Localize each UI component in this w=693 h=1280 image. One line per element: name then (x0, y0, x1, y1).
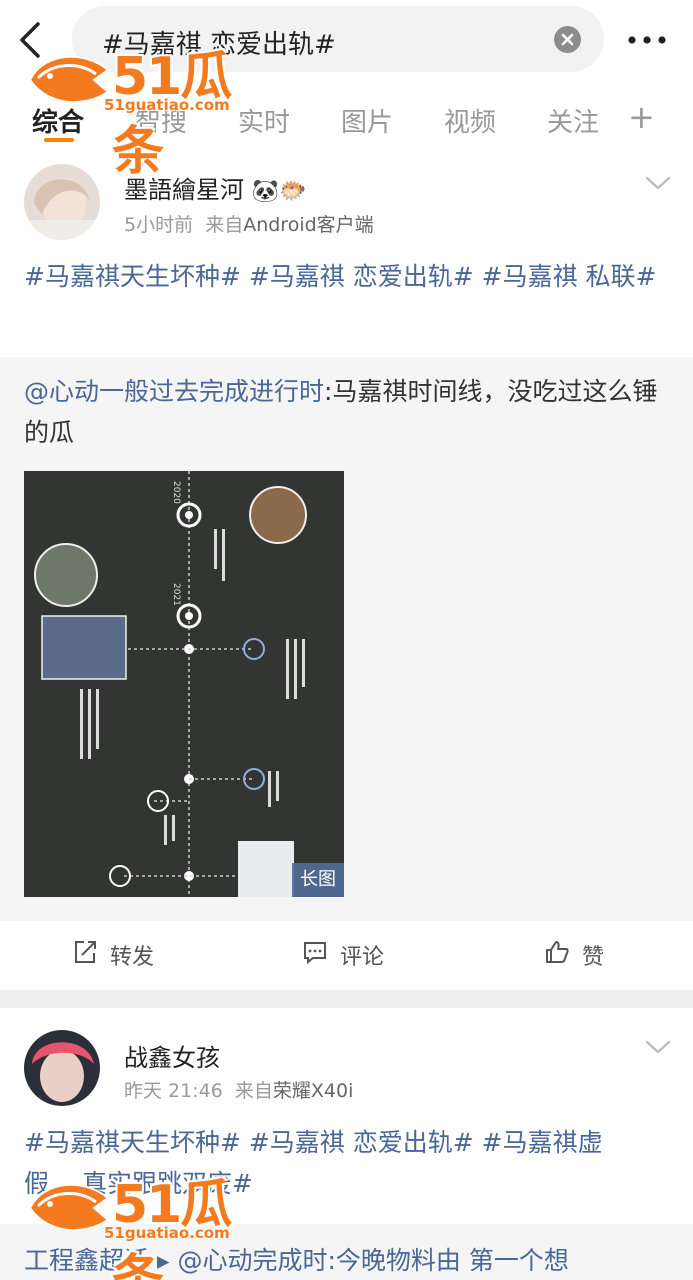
close-icon (561, 33, 574, 46)
post-text: #马嘉祺天生坏种# #马嘉祺 恋爱出轨# #马嘉祺虚 假… 真实跟跳双废# (24, 1122, 664, 1204)
back-arrow-icon[interactable] (14, 18, 48, 62)
like-button[interactable]: 赞 (582, 939, 604, 971)
avatar-image (24, 164, 100, 240)
avatar-image (24, 1030, 100, 1106)
search-tabs: 综合 智搜 实时 图片 视频 关注 + (0, 90, 693, 150)
timeline-year-label: 2020 (171, 481, 181, 504)
tab-following[interactable]: 关注 (547, 102, 599, 139)
timeline-image: 2020 2021 (34, 471, 307, 897)
username[interactable]: 墨語繪星河 🐼🐡 (124, 170, 306, 205)
tab-all[interactable]: 综合 (32, 102, 84, 139)
tab-videos[interactable]: 视频 (444, 102, 496, 139)
clear-search-button[interactable] (554, 26, 581, 53)
repost-block[interactable]: @心动一般过去完成进行时:马嘉祺时间线，没吃过这么锤的瓜 2020 2021 长… (0, 357, 693, 921)
post-separator (0, 990, 693, 1008)
top-bar: #马嘉祺 恋爱出轨# (0, 0, 693, 80)
avatar[interactable] (24, 1030, 100, 1106)
user-badges: 🐼🐡 (251, 179, 307, 204)
search-query-text: #马嘉祺 恋爱出轨# (102, 30, 336, 60)
hashtag-link[interactable]: #马嘉祺 恋爱出轨# (249, 262, 474, 291)
avatar[interactable] (24, 164, 100, 240)
chevron-down-icon[interactable] (644, 174, 672, 192)
hashtag-line[interactable]: #马嘉祺天生坏种# #马嘉祺 恋爱出轨# #马嘉祺虚 (24, 1122, 664, 1163)
chevron-down-icon[interactable] (644, 1038, 672, 1056)
post-card: 战鑫女孩 昨天 21:46 来自荣耀X40i #马嘉祺天生坏种# #马嘉祺 恋爱… (0, 1008, 693, 1280)
like-thumb-icon (546, 941, 569, 963)
post-meta: 5小时前 来自Android客户端 (124, 214, 374, 236)
post-action-bar: 转发 评论 赞 (0, 921, 693, 985)
tab-smart-search[interactable]: 智搜 (135, 102, 187, 139)
more-options-icon[interactable] (624, 18, 670, 62)
post-card: 墨語繪星河 🐼🐡 5小时前 来自Android客户端 #马嘉祺天生坏种# #马嘉… (0, 150, 693, 990)
active-tab-indicator (44, 138, 74, 142)
tab-realtime[interactable]: 实时 (238, 102, 290, 139)
post-text: #马嘉祺天生坏种# #马嘉祺 恋爱出轨# #马嘉祺 私联# (24, 256, 664, 297)
comment-button[interactable]: 评论 (340, 939, 384, 971)
add-tab-icon[interactable]: + (628, 98, 655, 136)
search-input[interactable]: #马嘉祺 恋爱出轨# (72, 6, 604, 72)
mention-link[interactable]: @心动一般过去完成进行时 (24, 377, 324, 406)
hashtag-line[interactable]: 假… 真实跟跳双废# (24, 1163, 664, 1204)
timeline-year-label: 2021 (171, 583, 181, 606)
long-image-badge: 长图 (292, 863, 344, 897)
username[interactable]: 战鑫女孩 (124, 1038, 220, 1073)
tab-images[interactable]: 图片 (341, 102, 393, 139)
repost-text: @心动一般过去完成进行时:马嘉祺时间线，没吃过这么锤的瓜 (24, 377, 658, 447)
forward-icon (75, 941, 96, 963)
hashtag-link[interactable]: #马嘉祺 私联# (482, 262, 657, 291)
post-meta: 昨天 21:46 来自荣耀X40i (124, 1080, 354, 1102)
forward-button[interactable]: 转发 (110, 939, 154, 971)
repost-block[interactable]: 工程鑫超话 ▸ @心动完成时:今晚物料由 第一个想 (0, 1224, 693, 1280)
hashtag-link[interactable]: #马嘉祺天生坏种# (24, 262, 241, 291)
repost-text: 工程鑫超话 ▸ @心动完成时:今晚物料由 第一个想 (24, 1246, 569, 1275)
long-image[interactable]: 2020 2021 长图 (24, 471, 344, 897)
comment-icon (304, 942, 326, 965)
